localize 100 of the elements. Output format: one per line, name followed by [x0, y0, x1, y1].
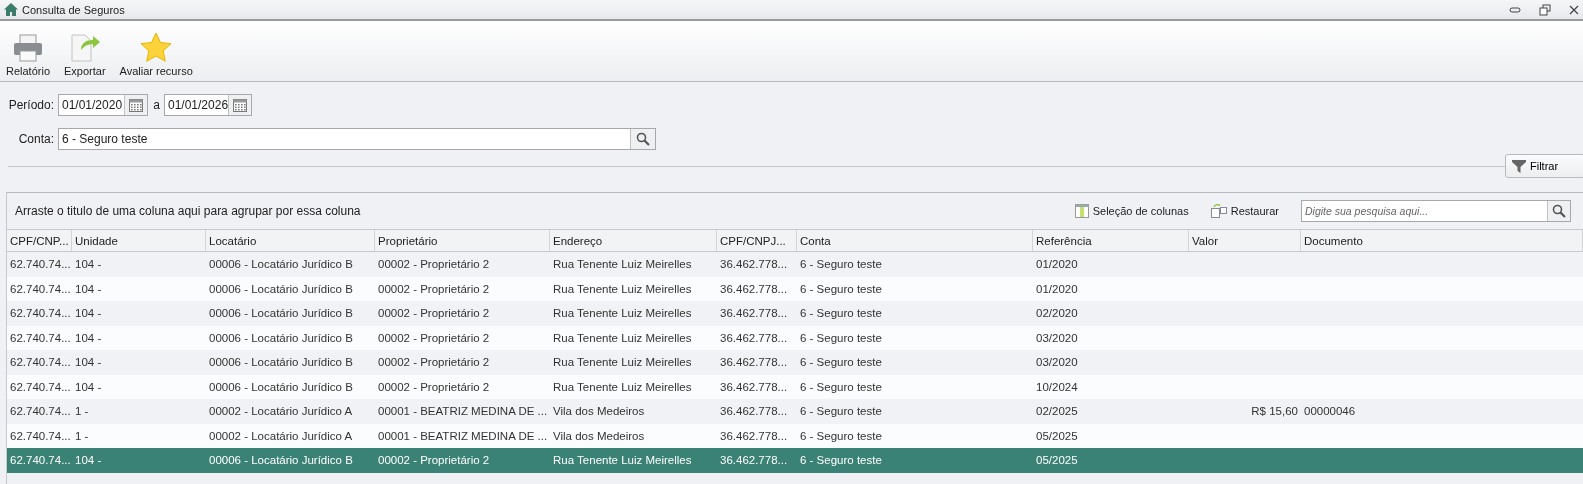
filter-button[interactable]: Filtrar: [1505, 154, 1583, 178]
table-cell-text: Rua Tenente Luiz Meirelles: [552, 330, 693, 346]
table-cell-text: 104 -: [74, 379, 103, 395]
column-header[interactable]: Locatário: [206, 230, 375, 251]
search-icon: [1552, 204, 1566, 218]
end-date-field[interactable]: 01/01/2026: [164, 94, 252, 116]
column-header[interactable]: Unidade: [72, 230, 206, 251]
calendar-icon: [129, 98, 143, 112]
table-cell-text: 6 - Seguro teste: [799, 306, 883, 322]
table-row[interactable]: 62.740.74... 1 - 00002 - Locatário Jurídico A 00001 - BEATRIZ MEDINA DE ... Vila dos Medeiros 36.462.778... 6 - Seguro teste 05/2025: [7, 423, 1583, 448]
group-hint: Arraste o titulo de uma coluna aqui para agrupar por essa coluna: [15, 204, 362, 218]
table-cell-text: 02/2025: [1035, 404, 1079, 420]
table-cell-text: 00006 - Locatário Jurídico B: [208, 257, 354, 273]
table-row[interactable]: 62.740.74... 104 - 00006 - Locatário Jurídico B 00002 - Proprietário 2 Rua Tenente Luiz Meirelles 36.462.778... 6 - Seguro teste 05/2025: [7, 448, 1583, 473]
table-cell-text: 36.462.778...: [719, 306, 789, 322]
table-cell-text: 62.740.74...: [9, 281, 72, 297]
table-cell-text: 62.740.74...: [9, 355, 72, 371]
restore-icon[interactable]: [1539, 3, 1551, 16]
table-cell-text: 00006 - Locatário Jurídico B: [208, 355, 354, 371]
account-label: Conta:: [17, 132, 54, 146]
table-cell-text: 104 -: [74, 355, 103, 371]
column-header[interactable]: Referência: [1033, 230, 1189, 251]
table-cell-text: Rua Tenente Luiz Meirelles: [552, 257, 693, 273]
table-cell-text: 62.740.74...: [9, 428, 72, 444]
table-cell-text: 62.740.74...: [9, 257, 72, 273]
column-header[interactable]: CPF/CNP...: [7, 230, 72, 251]
table-cell-text: Rua Tenente Luiz Meirelles: [552, 453, 693, 469]
table-cell-text: 6 - Seguro teste: [799, 330, 883, 346]
table-cell-text: Rua Tenente Luiz Meirelles: [552, 306, 693, 322]
table-cell-text: 00006 - Locatário Jurídico B: [208, 330, 354, 346]
table-cell-text: 36.462.778...: [719, 257, 789, 273]
table-row[interactable]: 62.740.74... 104 - 00006 - Locatário Jurídico B 00002 - Proprietário 2 Rua Tenente Luiz Meirelles 36.462.778... 6 - Seguro teste 01/2020: [7, 276, 1583, 301]
period-label: Período:: [8, 98, 54, 112]
table-cell-text: 6 - Seguro teste: [799, 379, 883, 395]
table-cell-text: 104 -: [74, 330, 103, 346]
table-cell-text: 00002 - Proprietário 2: [377, 257, 491, 273]
table-cell-text: 104 -: [74, 306, 103, 322]
funnel-icon: [1512, 159, 1526, 173]
start-date-field[interactable]: 01/01/2020: [58, 94, 148, 116]
column-header[interactable]: Documento: [1301, 230, 1583, 251]
search-button[interactable]: [1547, 201, 1570, 221]
table-cell-text: 00002 - Locatário Jurídico A: [208, 404, 354, 420]
search-box[interactable]: Digite sua pesquisa aqui...: [1301, 200, 1571, 222]
column-header[interactable]: CPF/CNPJ...: [717, 230, 797, 251]
home-icon: [4, 3, 18, 16]
close-icon[interactable]: [1569, 4, 1579, 15]
table-cell-text: 03/2020: [1035, 355, 1079, 371]
table-row[interactable]: 62.740.74... 104 - 00006 - Locatário Jurídico B 00002 - Proprietário 2 Rua Tenente Luiz Meirelles 36.462.778... 6 - Seguro teste 03/2020: [7, 325, 1583, 350]
table-cell-text: 36.462.778...: [719, 379, 789, 395]
calendar-icon: [233, 98, 248, 112]
table-cell-text: Vila dos Medeiros: [552, 404, 646, 420]
table-cell-text: 00002 - Proprietário 2: [377, 281, 491, 297]
table-row[interactable]: 62.740.74... 104 - 00006 - Locatário Jurídico B 00002 - Proprietário 2 Rua Tenente Luiz Meirelles 36.462.778... 6 - Seguro teste 10/2024: [7, 374, 1583, 399]
grid-icon: [1210, 204, 1227, 218]
table-cell-text: 01/2020: [1035, 281, 1079, 297]
table-cell-text: 05/2025: [1035, 428, 1079, 444]
table-cell-text: 00002 - Proprietário 2: [377, 306, 491, 322]
table-cell-text: 10/2024: [1035, 379, 1079, 395]
column-header[interactable]: Endereço: [550, 230, 717, 251]
table-cell-text: 62.740.74...: [9, 379, 72, 395]
columns-icon: [1074, 204, 1089, 218]
toolbar-button[interactable]: Relatório: [6, 34, 51, 77]
star-icon: [140, 32, 173, 62]
column-header[interactable]: Proprietário: [375, 230, 550, 251]
table-cell-text: 05/2025: [1035, 453, 1079, 469]
table-cell-text: 6 - Seguro teste: [799, 453, 883, 469]
table-cell-text: 36.462.778...: [719, 404, 789, 420]
toolbar-button[interactable]: Exportar: [64, 32, 106, 77]
table-cell-text: 104 -: [74, 281, 103, 297]
table-cell-text: 6 - Seguro teste: [799, 257, 883, 273]
table-cell-text: 36.462.778...: [719, 428, 789, 444]
table-cell-text: 6 - Seguro teste: [799, 428, 883, 444]
window-title: Consulta de Seguros: [22, 3, 126, 16]
table-cell-text: 6 - Seguro teste: [799, 404, 883, 420]
table-cell-text: 03/2020: [1035, 330, 1079, 346]
column-header[interactable]: Valor: [1189, 230, 1301, 251]
table-cell-text: 00002 - Locatário Jurídico A: [208, 428, 354, 444]
restore-button[interactable]: Restaurar: [1210, 204, 1279, 218]
minimize-icon[interactable]: [1509, 5, 1521, 14]
table-cell-text: 62.740.74...: [9, 404, 72, 420]
table-cell-text: Rua Tenente Luiz Meirelles: [552, 379, 693, 395]
column-chooser-button[interactable]: Seleção de colunas: [1074, 204, 1189, 218]
table-cell-text: 00002 - Proprietário 2: [377, 453, 491, 469]
toolbar-button[interactable]: Avaliar recurso: [119, 32, 193, 77]
table-cell-text: 00006 - Locatário Jurídico B: [208, 453, 354, 469]
printer-icon: [13, 34, 43, 62]
account-field[interactable]: 6 - Seguro teste: [58, 128, 656, 150]
table-cell-text: 6 - Seguro teste: [799, 281, 883, 297]
table-cell-text: 6 - Seguro teste: [799, 355, 883, 371]
table-cell-text: 00006 - Locatário Jurídico B: [208, 306, 354, 322]
table-cell-text: 00002 - Proprietário 2: [377, 379, 491, 395]
table-cell-text: 1 -: [74, 428, 90, 444]
table-cell-text: R$ 15,60: [1250, 404, 1299, 420]
table-cell-text: 01/2020: [1035, 257, 1079, 273]
table-cell-text: 62.740.74...: [9, 306, 72, 322]
column-header[interactable]: Conta: [797, 230, 1033, 251]
table-cell-text: 00002 - Proprietário 2: [377, 330, 491, 346]
table-cell-text: Vila dos Medeiros: [552, 428, 646, 444]
table-cell-text: 00002 - Proprietário 2: [377, 355, 491, 371]
table-cell-text: 36.462.778...: [719, 453, 789, 469]
